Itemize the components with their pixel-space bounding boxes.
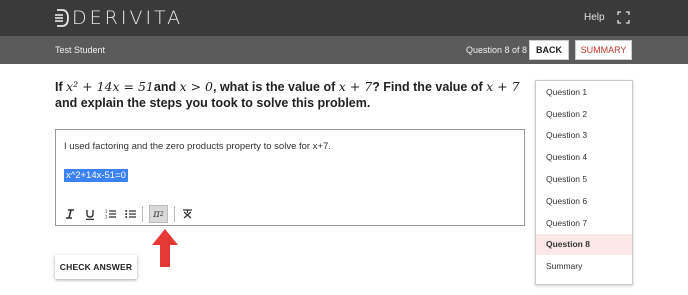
question-part: , what is the value of — [213, 80, 339, 94]
underline-icon[interactable] — [80, 205, 100, 223]
help-link[interactable]: Help — [584, 12, 605, 23]
logo-text: DERIVITA — [72, 7, 184, 29]
math-expression: x + 7 — [486, 79, 520, 94]
student-name: Test Student — [55, 45, 106, 55]
logo-mark-icon — [55, 9, 69, 27]
pointer-arrow-icon — [151, 228, 179, 268]
nav-question-3[interactable]: Question 3 — [536, 125, 632, 147]
nav-question-6[interactable]: Question 6 — [536, 190, 632, 212]
toolbar-divider — [142, 206, 143, 222]
nav-question-4[interactable]: Question 4 — [536, 146, 632, 168]
bullet-list-icon[interactable] — [120, 205, 140, 223]
question-counter: Question 8 of 8 — [466, 45, 528, 55]
editor-toolbar: 12 π2 — [60, 205, 197, 223]
math-expression: x + 7 — [338, 79, 373, 94]
math-expression: x² + 14x = 51 — [66, 79, 154, 94]
check-answer-button[interactable]: CHECK ANSWER — [55, 255, 137, 279]
logo: DERIVITA — [55, 7, 183, 29]
nav-question-5[interactable]: Question 5 — [536, 168, 632, 190]
nav-question-2[interactable]: Question 2 — [536, 103, 632, 125]
ordered-list-icon[interactable]: 12 — [100, 205, 120, 223]
fullscreen-icon[interactable] — [617, 11, 630, 24]
clear-format-icon[interactable] — [177, 205, 197, 223]
question-text: If x² + 14x = 51and x > 0, what is the v… — [55, 79, 525, 111]
svg-text:1: 1 — [105, 209, 108, 214]
nav-summary[interactable]: Summary — [536, 255, 632, 277]
answer-editor[interactable]: I used factoring and the zero products p… — [55, 129, 525, 226]
toolbar-divider — [174, 206, 175, 222]
question-part: ? Find the value of — [372, 80, 487, 94]
top-bar: DERIVITA Help — [0, 0, 688, 36]
nav-question-8[interactable]: Question 8 — [536, 233, 632, 256]
svg-text:2: 2 — [105, 215, 108, 220]
question-part: If — [55, 80, 67, 94]
math-pi-icon[interactable]: π2 — [149, 205, 168, 223]
math-expression: x > 0 — [179, 79, 214, 94]
question-part: and explain the steps you took to solve … — [55, 96, 371, 110]
question-part: and — [153, 80, 180, 94]
summary-button[interactable]: SUMMARY — [575, 40, 632, 60]
nav-question-7[interactable]: Question 7 — [536, 212, 632, 234]
italic-icon[interactable] — [60, 205, 80, 223]
answer-text[interactable]: I used factoring and the zero products p… — [64, 141, 331, 152]
question-navigation: Question 1 Question 2 Question 3 Questio… — [535, 80, 633, 285]
back-button[interactable]: BACK — [529, 40, 569, 60]
selected-text[interactable]: x^2+14x-51=0 — [64, 169, 128, 182]
nav-question-1[interactable]: Question 1 — [536, 81, 632, 103]
